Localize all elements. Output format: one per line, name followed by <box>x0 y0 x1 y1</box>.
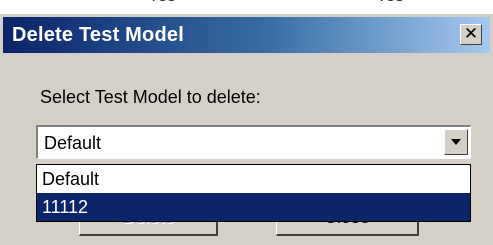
dropdown-option-default[interactable]: Default <box>37 165 470 193</box>
combobox-dropdown-button[interactable] <box>444 129 468 155</box>
background-text-right: Yes <box>376 0 404 6</box>
chevron-down-icon <box>451 139 461 145</box>
combobox-selected-value: Default <box>44 133 102 153</box>
dropdown-option-11112[interactable]: 11112 <box>37 193 470 221</box>
test-model-combobox[interactable]: Default <box>36 125 471 159</box>
test-model-dropdown-list[interactable]: Default 11112 <box>36 164 471 222</box>
close-window-button[interactable]: ✕ <box>460 24 482 45</box>
background-window-fragment: Yes Yes <box>0 0 493 12</box>
select-model-label: Select Test Model to delete: <box>40 87 261 107</box>
screen: Yes Yes Delete Test Model ✕ Select Test … <box>0 0 493 245</box>
dialog-title: Delete Test Model <box>12 24 184 46</box>
close-icon: ✕ <box>463 24 479 43</box>
delete-test-model-dialog: Delete Test Model ✕ Select Test Model to… <box>0 13 493 245</box>
title-bar[interactable]: Delete Test Model ✕ <box>3 17 490 53</box>
background-text-left: Yes <box>148 0 176 6</box>
